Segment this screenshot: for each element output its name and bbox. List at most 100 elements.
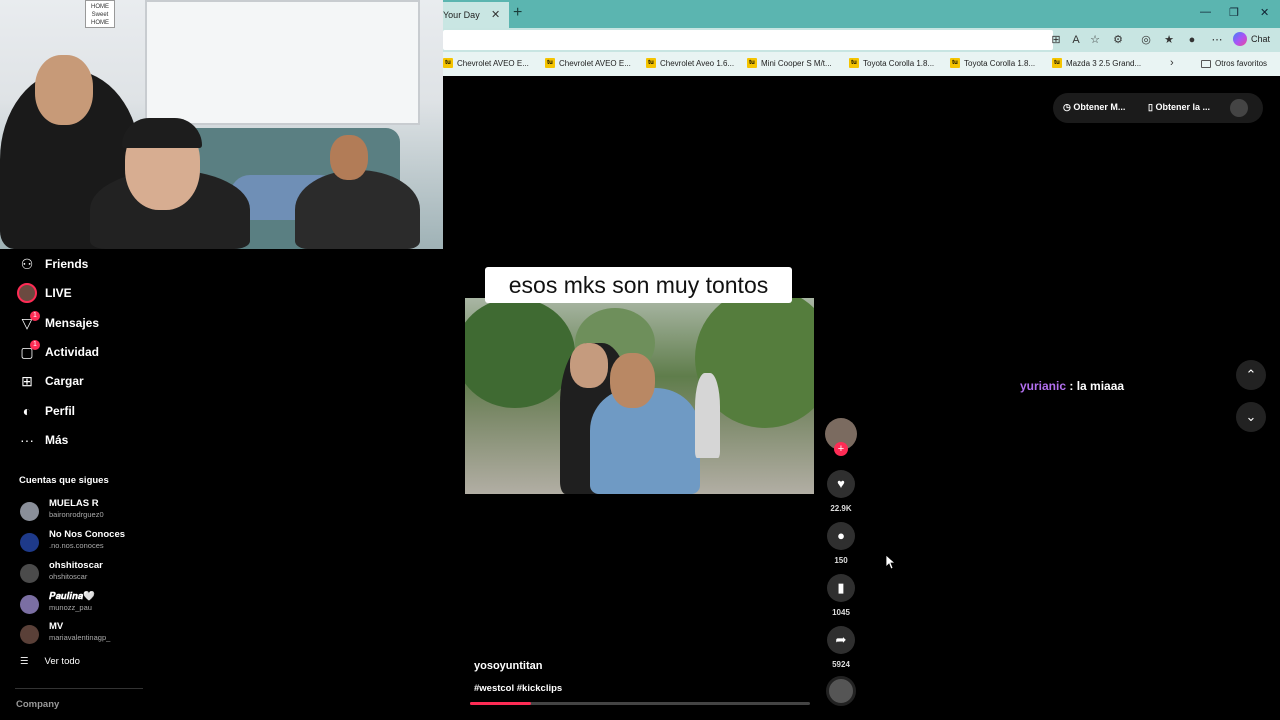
sidebar-item-label: Friends <box>45 257 89 271</box>
bookmark-icon: ▮ <box>837 580 845 595</box>
get-app-button[interactable]: ◷ Obtener M... <box>1063 102 1125 113</box>
followed-account[interactable]: 𝑷𝒂𝒖𝒍𝒊𝒏𝒂🤍 munozz_pau <box>0 591 150 619</box>
bookmark-label: Mini Cooper S M/t... <box>761 58 832 68</box>
bookmark-item[interactable]: tu Mini Cooper S M/t... <box>747 58 832 68</box>
upload-icon: ⊞ <box>21 373 33 389</box>
save-button[interactable]: ▮ <box>827 574 855 602</box>
bookmark-item[interactable]: tu Chevrolet AVEO E... <box>545 58 631 68</box>
messages-badge: 1 <box>30 311 40 321</box>
sidebar-item-profile[interactable]: ◐ Perfil <box>0 399 150 423</box>
bookmark-label: Toyota Corolla 1.8... <box>964 58 1036 68</box>
get-desktop-button[interactable]: ▯ Obtener la ... <box>1148 102 1210 113</box>
comment-button[interactable]: ● <box>827 522 855 550</box>
followed-account[interactable]: MV mariavalentinagp_ <box>0 621 150 649</box>
url-input[interactable] <box>443 30 1053 50</box>
person-left-head <box>35 55 93 125</box>
account-handle: munozz_pau <box>49 603 92 612</box>
see-all-label: Ver todo <box>44 656 80 667</box>
sidebar-item-label: LIVE <box>45 286 72 300</box>
company-link[interactable]: Company <box>16 699 59 710</box>
video-hashtags[interactable]: #westcol #kickclips <box>474 683 562 694</box>
heart-icon: ♥ <box>837 476 845 491</box>
bookmark-item[interactable]: tu Toyota Corolla 1.8... <box>950 58 1035 68</box>
close-window-button[interactable]: ✕ <box>1260 6 1269 19</box>
see-all-link[interactable]: ☰ Ver todo <box>20 656 80 667</box>
extensions-icon[interactable]: ⚙ <box>1111 33 1125 47</box>
person-right-head <box>330 135 368 180</box>
maximize-button[interactable]: ❐ <box>1229 6 1239 19</box>
sidebar-item-messages[interactable]: ▽ 1 Mensajes <box>0 311 150 335</box>
screen: Your Day ✕ + — ❐ ✕ ⊞ A ☆ ⚙ ◎ ★ ● ⋯ Chat … <box>0 0 1280 720</box>
bookmark-item[interactable]: tu Chevrolet AVEO E... <box>443 58 529 68</box>
avatar <box>20 595 39 614</box>
copilot-icon[interactable]: ◎ <box>1139 33 1153 47</box>
chevron-up-icon: ⌃ <box>1245 367 1257 382</box>
sidebar-item-upload[interactable]: ⊞ Cargar <box>0 369 150 393</box>
following-accounts-title: Cuentas que sigues <box>19 475 109 486</box>
video-person-background <box>695 373 720 458</box>
bookmark-label: Toyota Corolla 1.8... <box>863 58 935 68</box>
person-right-body <box>295 170 420 249</box>
followed-account[interactable]: ohshitoscar ohshitoscar <box>0 560 150 588</box>
sidebar-item-activity[interactable]: ▢ 1 Actividad <box>0 340 150 364</box>
account-handle: baironrodrguez0 <box>49 510 104 519</box>
bookmark-favicon-icon: tu <box>545 58 555 68</box>
video-progress-bar[interactable] <box>470 702 810 705</box>
sidebar-item-more[interactable]: ··· Más <box>0 428 150 452</box>
previous-video-button[interactable]: ⌃ <box>1236 360 1266 390</box>
bookmark-item[interactable]: tu Chevrolet Aveo 1.6... <box>646 58 734 68</box>
comment-icon: ● <box>837 528 845 543</box>
video-player[interactable] <box>465 298 814 494</box>
music-disc-icon[interactable] <box>826 676 856 706</box>
list-icon: ☰ <box>20 656 29 667</box>
settings-more-icon[interactable]: ⋯ <box>1210 33 1224 47</box>
followed-account[interactable]: No Nos Conoces .no.nos.conoces <box>0 529 150 557</box>
avatar <box>20 625 39 644</box>
bookmark-item[interactable]: tu Mazda 3 2.5 Grand... <box>1052 58 1141 68</box>
sidebar-item-friends[interactable]: ⚇ Friends <box>0 252 150 276</box>
sidebar-item-label: Perfil <box>45 404 76 418</box>
other-bookmarks-folder[interactable]: Otros favoritos <box>1201 59 1267 68</box>
activity-badge: 1 <box>30 340 40 350</box>
tab-title: Your Day <box>443 10 480 20</box>
bookmark-item[interactable]: tu Toyota Corolla 1.8... <box>849 58 934 68</box>
sidebar-item-label: Cargar <box>45 374 84 388</box>
comment-count: 150 <box>834 556 848 565</box>
new-tab-button[interactable]: + <box>513 4 522 22</box>
sidebar-item-label: Mensajes <box>45 316 100 330</box>
user-avatar[interactable] <box>1230 99 1248 117</box>
top-actions-bar: ◷ Obtener M... ▯ Obtener la ... <box>1053 93 1263 123</box>
video-tree <box>465 298 575 408</box>
like-count: 22.9K <box>830 504 852 513</box>
minimize-button[interactable]: — <box>1200 6 1211 18</box>
browser-tab[interactable]: Your Day ✕ <box>443 2 509 28</box>
share-button[interactable]: ➦ <box>827 626 855 654</box>
next-video-button[interactable]: ⌄ <box>1236 402 1266 432</box>
video-caption: esos mks son muy tontos <box>485 267 792 303</box>
chat-button[interactable]: Chat <box>1233 32 1270 46</box>
more-icon: ··· <box>20 432 34 448</box>
mouse-cursor-icon <box>886 555 896 570</box>
translate-icon[interactable]: A <box>1069 33 1083 47</box>
tab-close-icon[interactable]: ✕ <box>491 8 500 21</box>
bookmark-label: Chevrolet Aveo 1.6... <box>660 58 735 68</box>
sidebar-item-live[interactable]: LIVE <box>0 281 150 305</box>
follow-button[interactable]: + <box>834 442 848 456</box>
save-count: 1045 <box>832 608 850 617</box>
sidebar-item-label: Actividad <box>45 345 100 359</box>
whiteboard <box>145 0 420 125</box>
share-icon: ➦ <box>835 632 847 647</box>
webcam-overlay: HOME Sweet HOME <box>0 0 443 249</box>
account-icon[interactable]: ● <box>1185 33 1199 47</box>
favorite-star-icon[interactable]: ☆ <box>1088 33 1102 47</box>
collections-icon[interactable]: ★ <box>1162 33 1176 47</box>
account-name: No Nos Conoces <box>49 529 126 540</box>
like-button[interactable]: ♥ <box>827 470 855 498</box>
browser-tab-bar: Your Day ✕ + — ❐ ✕ <box>443 0 1280 28</box>
apps-icon[interactable]: ⊞ <box>1049 33 1063 47</box>
followed-account[interactable]: MUELAS R baironrodrguez0 <box>0 498 150 526</box>
bookmark-label: Mazda 3 2.5 Grand... <box>1066 58 1142 68</box>
bookmarks-more-icon[interactable]: › <box>1170 57 1174 69</box>
video-author[interactable]: yosoyuntitan <box>474 660 542 672</box>
bookmark-favicon-icon: tu <box>849 58 859 68</box>
